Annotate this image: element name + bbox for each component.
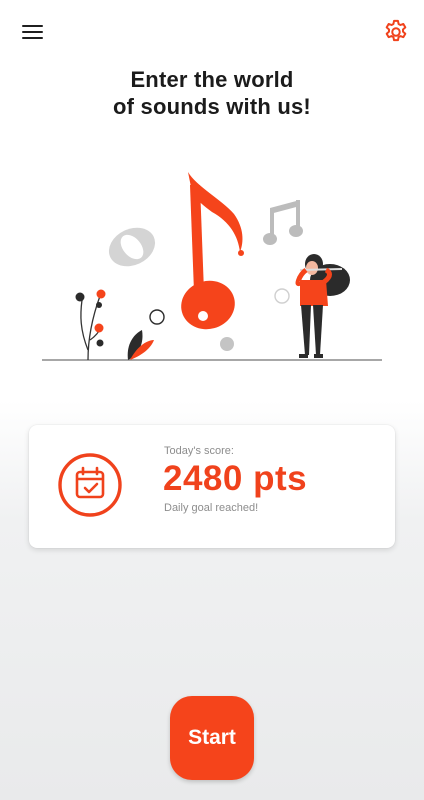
whole-note-shape xyxy=(108,227,156,267)
gear-icon xyxy=(385,19,407,42)
hero-title-line1: Enter the world xyxy=(130,67,294,92)
outline-circle-right-shape xyxy=(274,288,290,304)
score-value: 2480 pts xyxy=(163,459,308,498)
top-bar xyxy=(0,0,424,66)
calendar-check-icon xyxy=(58,453,122,517)
leaf-shape xyxy=(127,330,154,360)
music-flute-illustration xyxy=(42,172,382,361)
score-card: Today's score: 2480 pts Daily goal reach… xyxy=(29,425,395,548)
red-eighth-note-shape xyxy=(181,172,244,330)
hero-title-line2: of sounds with us! xyxy=(113,94,311,119)
settings-button[interactable] xyxy=(382,18,410,46)
start-button[interactable]: Start xyxy=(170,696,254,780)
grey-dot-shape xyxy=(220,337,234,351)
grey-beamed-notes-shape xyxy=(263,200,303,245)
outline-circle-shape xyxy=(149,309,165,325)
plant-shape xyxy=(75,289,106,361)
score-status: Daily goal reached! xyxy=(164,502,259,514)
score-label: Today's score: xyxy=(164,445,234,457)
flute-player-figure xyxy=(295,254,350,358)
menu-button[interactable] xyxy=(18,20,48,46)
hero-title: Enter the world of sounds with us! xyxy=(0,66,424,120)
